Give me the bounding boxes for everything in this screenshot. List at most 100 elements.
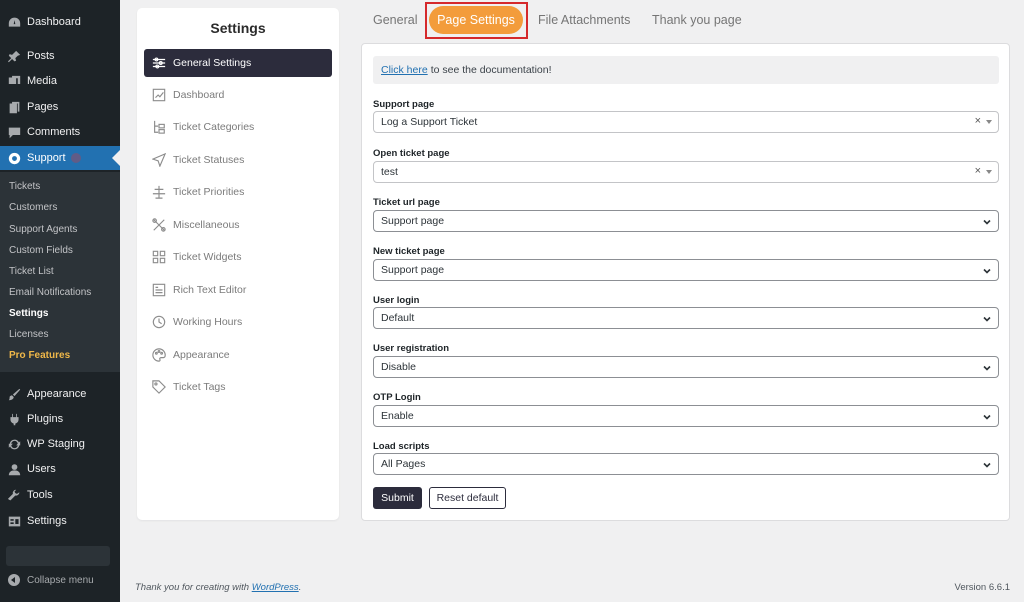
wp-menu-label: Dashboard [27,16,81,28]
tab-file-attachments[interactable]: File Attachments [538,13,630,27]
documentation-link[interactable]: Click here [381,64,428,76]
priority-icon [152,185,166,199]
submit-button[interactable]: Submit [373,487,422,509]
submenu-support-agents[interactable]: Support Agents [9,224,77,235]
tab-general[interactable]: General [373,13,417,27]
select-value: Support page [381,264,445,276]
settings-nav-dashboard[interactable]: Dashboard [144,81,332,109]
settings-nav-label: Appearance [173,349,230,361]
clear-icon[interactable]: × [975,115,981,127]
wp-menu-dashboard[interactable]: Dashboard [0,10,120,34]
select-value: All Pages [381,458,426,470]
wp-menu-media[interactable]: Media [0,69,120,93]
open-ticket-page-label: Open ticket page [373,148,450,159]
load-scripts-select[interactable]: All Pages [373,453,999,475]
submenu-licenses[interactable]: Licenses [9,329,48,340]
settings-nav-working-hours[interactable]: Working Hours [144,308,332,336]
wp-menu-pages[interactable]: Pages [0,95,120,119]
settings-nav-appearance[interactable]: Appearance [144,341,332,369]
submenu-settings[interactable]: Settings [9,308,48,319]
settings-nav-ticket-widgets[interactable]: Ticket Widgets [144,243,332,271]
settings-nav-ticket-priorities[interactable]: Ticket Priorities [144,178,332,206]
wp-menu-appearance[interactable]: Appearance [0,382,120,406]
refresh-icon [8,438,21,451]
select-value: Disable [381,361,417,373]
wp-version: Version 6.6.1 [954,582,1010,593]
select-value: Enable [381,410,414,422]
otp-login-select[interactable]: Enable [373,405,999,427]
footer-period: . [298,582,302,593]
wp-menu-label: Comments [27,126,81,138]
wp-menu-label: Tools [27,489,53,501]
wp-menu-support[interactable]: Support [0,146,120,170]
send-icon [152,153,166,167]
wp-menu-label: WP Staging [27,438,85,450]
wordpress-link[interactable]: WordPress [252,582,299,593]
support-submenu: Tickets Customers Support Agents Custom … [0,172,120,372]
wp-menu-label: Users [27,463,56,475]
footer-thanks: Thank you for creating with WordPress. [135,582,301,593]
documentation-notice: Click here to see the documentation! [373,56,999,84]
tab-highlight-box [425,2,528,39]
new-ticket-page-label: New ticket page [373,246,445,257]
submenu-ticket-list[interactable]: Ticket List [9,266,54,277]
settings-nav-ticket-categories[interactable]: Ticket Categories [144,113,332,141]
ticket-url-page-select[interactable]: Support page [373,210,999,232]
tab-thank-you-page[interactable]: Thank you page [652,13,742,27]
wp-menu-label: Posts [27,50,55,62]
settings-nav-ticket-tags[interactable]: Ticket Tags [144,373,332,401]
brush-icon [8,388,21,401]
palette-icon [152,348,166,362]
dropdown-arrow-icon [986,120,992,124]
collapse-menu-button[interactable]: Collapse menu [8,574,94,586]
wp-menu-posts[interactable]: Posts [0,44,120,68]
user-login-select[interactable]: Default [373,307,999,329]
settings-nav-ticket-statuses[interactable]: Ticket Statuses [144,146,332,174]
user-registration-select[interactable]: Disable [373,356,999,378]
load-scripts-label: Load scripts [373,441,430,452]
wp-menu-settings[interactable]: Settings [0,509,120,533]
editor-icon [152,283,166,297]
user-registration-label: User registration [373,343,450,354]
submenu-custom-fields[interactable]: Custom Fields [9,245,73,256]
wp-menu-label: Appearance [27,388,87,400]
open-ticket-page-select[interactable]: test × [373,161,999,183]
submenu-customers[interactable]: Customers [9,202,57,213]
settings-nav-general-settings[interactable]: General Settings [144,49,332,77]
wp-menu-plugins[interactable]: Plugins [0,407,120,431]
submenu-pro-features[interactable]: Pro Features [9,350,70,361]
chevron-down-icon [983,412,991,420]
submenu-email-notifications[interactable]: Email Notifications [9,287,91,298]
tag-icon [152,380,166,394]
wp-menu-comments[interactable]: Comments [0,120,120,144]
submenu-tickets[interactable]: Tickets [9,181,40,192]
wrench-icon [8,489,21,502]
pin-icon [8,50,21,63]
wp-menu-users[interactable]: Users [0,457,120,481]
settings-nav-label: Ticket Priorities [173,186,245,198]
collapse-label: Collapse menu [27,574,94,586]
settings-nav-label: Ticket Widgets [173,251,242,263]
otp-login-label: OTP Login [373,392,421,403]
wp-menu-tools[interactable]: Tools [0,483,120,507]
chevron-down-icon [983,217,991,225]
chevron-down-icon [983,266,991,274]
wp-menu-label: Support [27,152,66,164]
support-page-select[interactable]: Log a Support Ticket × [373,111,999,133]
settings-nav-miscellaneous[interactable]: Miscellaneous [144,211,332,239]
settings-nav-label: Rich Text Editor [173,284,247,296]
settings-nav-rich-text-editor[interactable]: Rich Text Editor [144,276,332,304]
user-icon [8,463,21,476]
select-value: Support page [381,215,445,227]
wp-menu-wp-staging[interactable]: WP Staging [0,432,120,456]
reset-default-button[interactable]: Reset default [429,487,506,509]
current-menu-arrow [112,150,120,166]
user-login-label: User login [373,295,420,306]
lifebuoy-icon [8,152,21,165]
footer-thanks-text: Thank you for creating with [135,582,250,593]
new-ticket-page-select[interactable]: Support page [373,259,999,281]
wp-menu-label: Media [27,75,57,87]
wp-menu-label: Settings [27,515,67,527]
clear-icon[interactable]: × [975,165,981,177]
tree-icon [152,120,166,134]
